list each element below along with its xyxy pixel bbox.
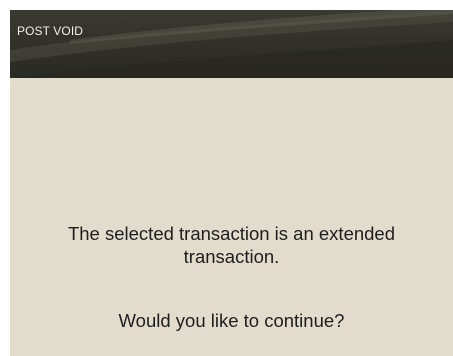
continue-question: Would you like to continue? <box>118 310 345 331</box>
dialog-header: POST VOID <box>10 10 453 78</box>
dialog-title: POST VOID <box>17 24 84 38</box>
post-void-dialog: POST VOID The selected transaction is an… <box>10 10 453 356</box>
message-line-1: The selected transaction is an extended <box>67 223 396 244</box>
message-line-2: transaction. <box>183 246 280 267</box>
header-swoosh-decoration <box>10 10 453 78</box>
dialog-message: The selected transaction is an extended … <box>10 222 453 268</box>
